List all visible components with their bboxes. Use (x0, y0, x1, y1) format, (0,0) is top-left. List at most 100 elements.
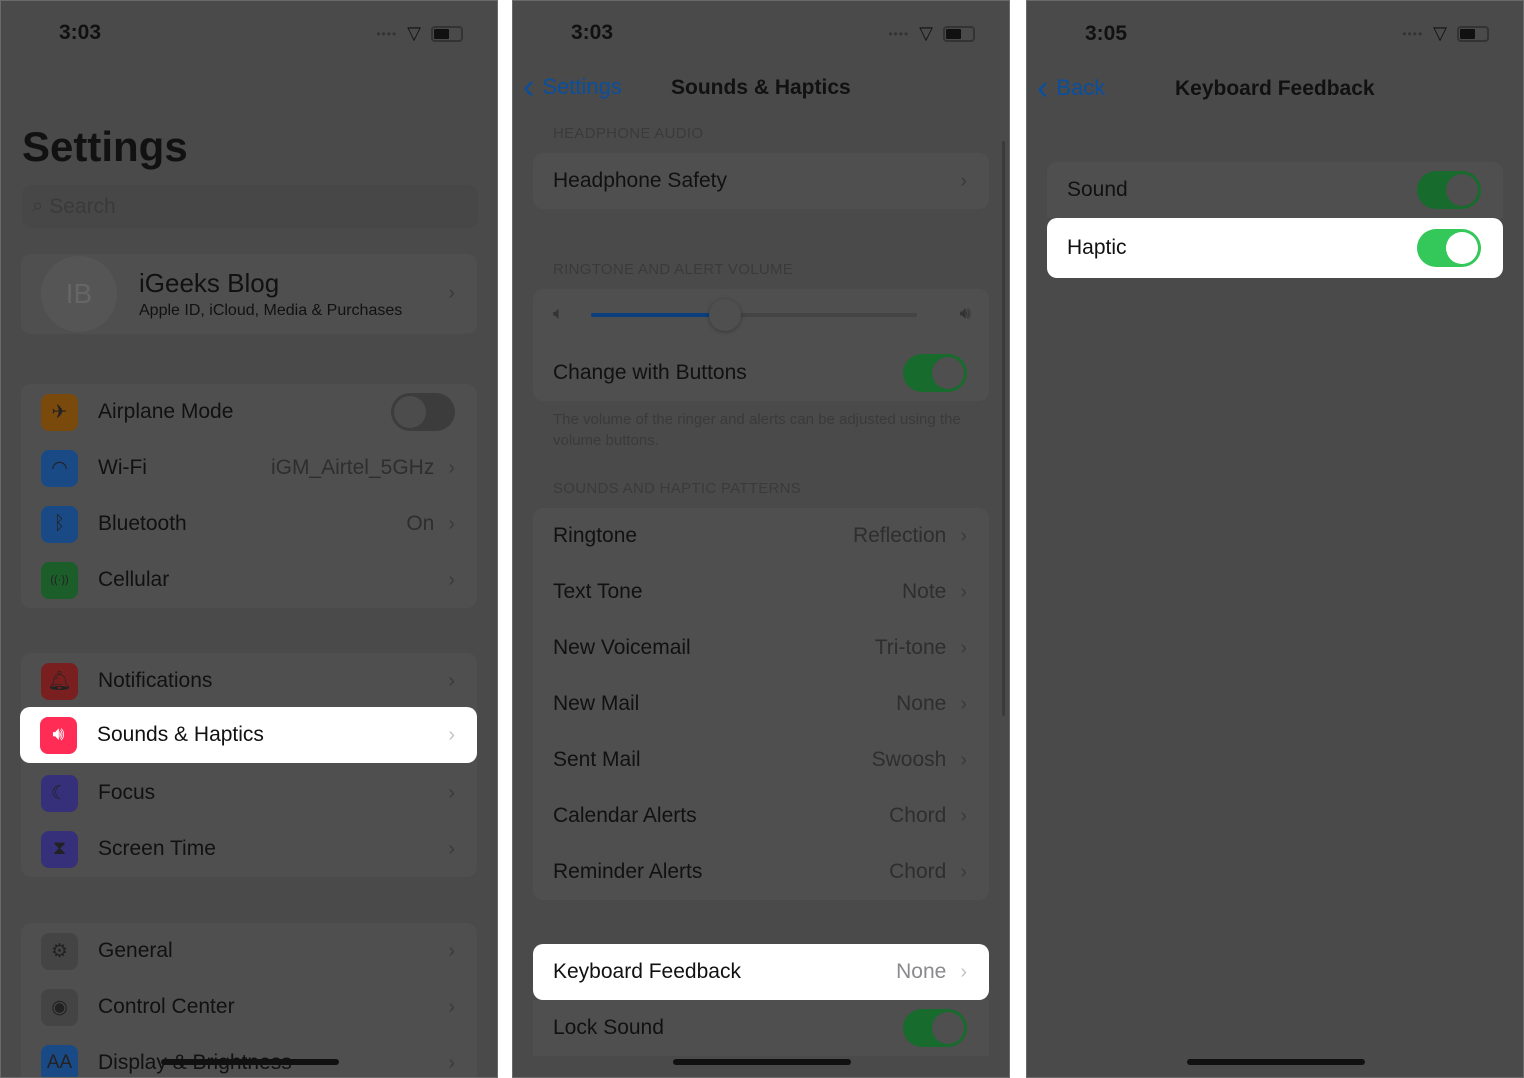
chevron-right-icon: › (448, 568, 455, 591)
settings-row-notifications[interactable]: 🔔︎ Notifications › (21, 653, 477, 709)
back-button[interactable]: ‹ Settings (523, 68, 622, 106)
row-label: Airplane Mode (98, 400, 234, 423)
apple-id-row[interactable]: IB iGeeks Blog Apple ID, iCloud, Media &… (21, 254, 477, 334)
row-value: iGM_Airtel_5GHz (270, 456, 435, 479)
status-icons: •••• ▽ (1402, 23, 1489, 44)
chevron-right-icon: › (448, 995, 455, 1018)
bell-icon: 🔔︎ (41, 662, 78, 700)
status-icons: •••• ▽ (888, 23, 975, 44)
chevron-right-icon: › (960, 524, 967, 547)
chevron-right-icon: › (960, 169, 967, 192)
volume-slider-fill (591, 313, 725, 317)
chevron-left-icon: ‹ (1037, 69, 1049, 107)
settings-row-sounds-haptics[interactable]: 🔊︎ Sounds & Haptics › (20, 707, 477, 763)
settings-group: 🔔︎ Notifications › ☾ Focus › ⧗ Screen Time › (21, 653, 477, 877)
settings-row-display-brightness[interactable]: AADisplay & Brightness› (21, 1035, 477, 1077)
chevron-right-icon: › (448, 723, 455, 746)
home-indicator (161, 1059, 339, 1065)
page-title: Settings (22, 123, 188, 170)
moon-icon: ☾ (41, 774, 78, 812)
wifi-status-icon: ▽ (919, 23, 933, 43)
chevron-right-icon: › (448, 282, 455, 304)
row-label: Headphone Safety (553, 169, 727, 192)
chevron-left-icon: ‹ (523, 68, 535, 106)
keyboard-feedback-row[interactable]: Keyboard Feedback None › (533, 944, 989, 1000)
change-with-buttons-toggle[interactable] (903, 354, 967, 392)
volume-slider-thumb[interactable] (708, 299, 741, 331)
back-button[interactable]: ‹ Back (1037, 69, 1106, 107)
haptic-toggle[interactable] (1417, 229, 1481, 267)
pattern-row[interactable]: Ringtone Reflection › (533, 508, 989, 564)
settings-row-control-center[interactable]: ◉ Control Center › (21, 979, 477, 1035)
lock-sound-toggle[interactable] (903, 1009, 967, 1047)
volume-group: 🔈︎ 🔊︎ Change with Buttons (533, 289, 989, 401)
settings-row-highlighted[interactable]: 🔊︎ Sounds & Haptics › (20, 707, 477, 763)
status-time: 3:03 (571, 21, 614, 44)
settings-screen: 3:03 •••• ▽ Settings ⌕ Search IB iGeeks B… (0, 0, 498, 1078)
wifi-status-icon: ▽ (407, 23, 421, 43)
row-label: Keyboard Feedback (553, 960, 741, 983)
text-size-icon: AA (41, 1044, 78, 1077)
airplane-mode-toggle[interactable] (391, 393, 455, 431)
settings-row-screen-time[interactable]: ⧗ Screen Time › (21, 821, 477, 877)
switches-icon: ◉ (41, 988, 78, 1026)
chevron-right-icon: › (448, 456, 455, 479)
scrollbar[interactable] (1002, 141, 1005, 716)
row-label: Notifications (98, 669, 213, 692)
row-value: None (896, 960, 947, 983)
headphone-safety-row[interactable]: Headphone Safety › (533, 153, 989, 209)
row-label: Sent Mail (553, 748, 641, 771)
row-value: None (896, 692, 947, 715)
row-label: Calendar Alerts (553, 804, 697, 827)
airplane-icon: ✈ (41, 393, 78, 431)
row-label: General (98, 939, 173, 962)
home-indicator (673, 1059, 851, 1065)
row-label: New Voicemail (553, 636, 691, 659)
chevron-right-icon: › (960, 804, 967, 827)
pattern-row[interactable]: Sent Mail Swoosh › (533, 732, 989, 788)
pattern-row[interactable]: New Mail None › (533, 676, 989, 732)
battery-icon (943, 25, 975, 42)
row-label: New Mail (553, 692, 640, 715)
row-value: Reflection (852, 524, 947, 547)
pattern-row[interactable]: Reminder Alerts Chord › (533, 844, 989, 900)
signal-icon: •••• (888, 26, 910, 41)
row-label: Sounds & Haptics (97, 723, 264, 746)
settings-row-airplane-mode[interactable]: ✈ Airplane Mode (21, 384, 477, 440)
settings-row-focus[interactable]: ☾ Focus › (21, 765, 477, 821)
pattern-row[interactable]: Text Tone Note › (533, 564, 989, 620)
chevron-right-icon: › (960, 748, 967, 771)
status-time: 3:05 (1085, 22, 1128, 45)
row-label: Wi-Fi (98, 456, 147, 479)
row-value: Tri-tone (874, 636, 947, 659)
chevron-right-icon: › (448, 837, 455, 860)
nav-title: Sounds & Haptics (671, 76, 851, 99)
row-label: Control Center (98, 995, 235, 1018)
row-label: Lock Sound (553, 1016, 664, 1039)
chevron-right-icon: › (960, 692, 967, 715)
row-label: Change with Buttons (553, 361, 747, 384)
wifi-icon: ◠ (41, 449, 78, 487)
back-label: Back (1056, 75, 1106, 100)
volume-slider[interactable] (591, 299, 917, 331)
pattern-row[interactable]: New Voicemail Tri-tone › (533, 620, 989, 676)
row-label: Focus (98, 781, 156, 804)
search-input[interactable]: ⌕ Search (22, 185, 478, 228)
cellular-icon: ((·)) (41, 561, 78, 599)
speaker-low-icon: 🔈︎ (553, 303, 564, 323)
settings-row-bluetooth[interactable]: ᛒ Bluetooth On › (21, 496, 477, 552)
pattern-row[interactable]: Calendar Alerts Chord › (533, 788, 989, 844)
chevron-right-icon: › (448, 1051, 455, 1074)
settings-row-wi-fi[interactable]: ◠ Wi-Fi iGM_Airtel_5GHz › (21, 440, 477, 496)
sound-toggle[interactable] (1417, 171, 1481, 209)
row-label: Sound (1067, 178, 1128, 201)
settings-row-cellular[interactable]: ((·)) Cellular › (21, 552, 477, 608)
nav-title: Keyboard Feedback (1175, 77, 1375, 100)
patterns-group: Ringtone Reflection › Text Tone Note › New Voi… (533, 508, 989, 900)
row-label: Screen Time (98, 837, 216, 860)
section-header: HEADPHONE AUDIO (553, 125, 704, 142)
chevron-right-icon: › (960, 960, 967, 983)
settings-row-general[interactable]: ⚙ General › (21, 923, 477, 979)
section-header: SOUNDS AND HAPTIC PATTERNS (553, 480, 802, 497)
signal-icon: •••• (376, 26, 398, 41)
